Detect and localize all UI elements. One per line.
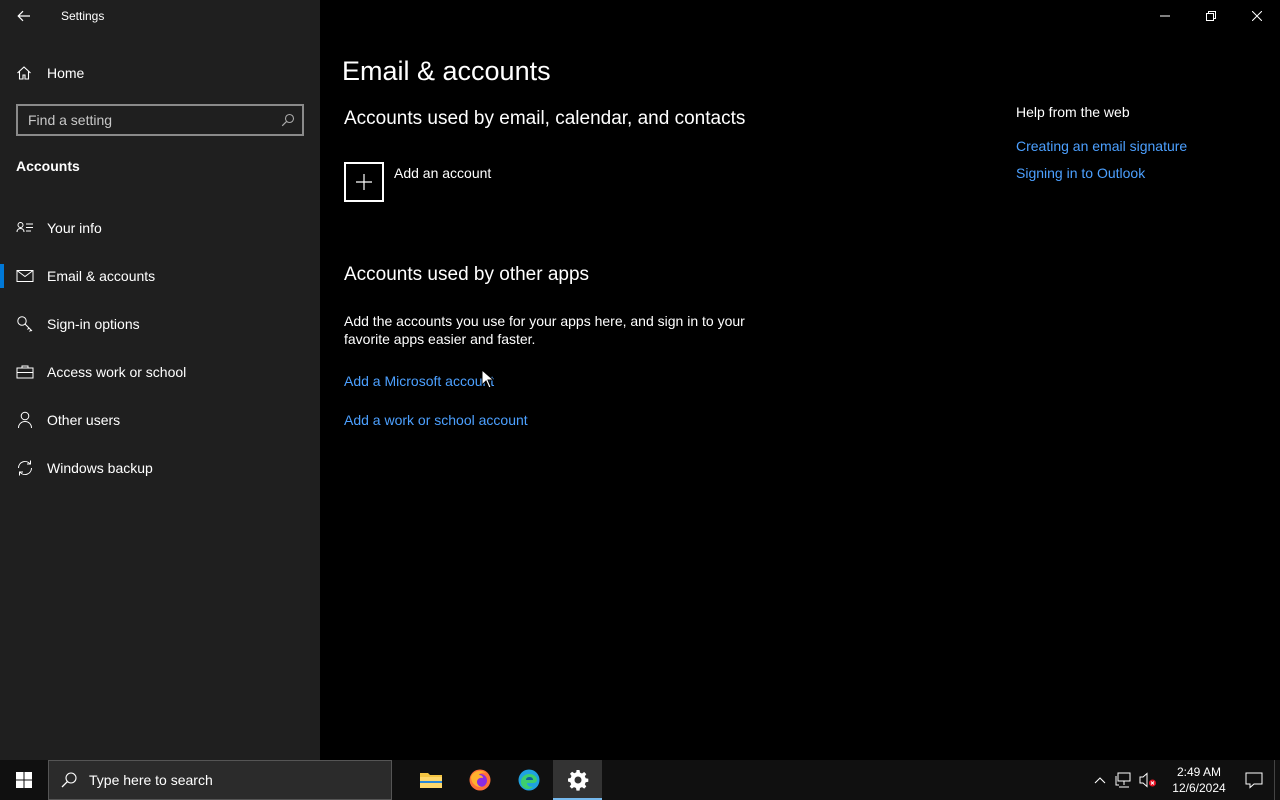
- chevron-up-icon: [1094, 777, 1106, 784]
- clock-date: 12/6/2024: [1172, 781, 1226, 795]
- sidebar-item-your-info[interactable]: Your info: [0, 204, 320, 252]
- sidebar-item-windows-backup[interactable]: Windows backup: [0, 444, 320, 492]
- volume-muted-icon: [1139, 772, 1156, 788]
- settings-search-input[interactable]: [18, 106, 274, 134]
- sidebar-nav: Your info Email & accounts Sign-in optio…: [0, 204, 320, 492]
- taskbar-file-explorer[interactable]: [406, 760, 455, 800]
- sidebar-item-label: Access work or school: [47, 364, 187, 380]
- page-title: Email & accounts: [342, 56, 551, 86]
- edge-icon: [518, 769, 539, 791]
- home-icon: [17, 66, 31, 80]
- volume-button[interactable]: [1136, 760, 1160, 800]
- help-link-email-signature[interactable]: Creating an email signature: [1016, 138, 1187, 154]
- other-apps-description: Add the accounts you use for your apps h…: [344, 313, 745, 347]
- network-icon: [1115, 772, 1131, 788]
- sidebar-item-other-users[interactable]: Other users: [0, 396, 320, 444]
- window-controls: [1142, 0, 1280, 32]
- home-button[interactable]: Home: [0, 56, 320, 90]
- app-title: Settings: [61, 9, 105, 23]
- help-link-signing-outlook[interactable]: Signing in to Outlook: [1016, 165, 1145, 181]
- sidebar-item-label: Your info: [47, 220, 102, 236]
- close-button[interactable]: [1234, 0, 1280, 32]
- taskbar: Type here to search 2:49 AM 12/6/2024: [0, 760, 1280, 800]
- taskbar-settings[interactable]: [553, 760, 602, 800]
- other-apps-heading: Accounts used by other apps: [344, 264, 590, 285]
- search-icon: [49, 772, 89, 788]
- sidebar-item-label: Other users: [47, 412, 121, 428]
- notification-icon: [1245, 772, 1263, 789]
- person-card-icon: [16, 219, 34, 237]
- windows-logo-icon: [16, 772, 32, 788]
- settings-search-box: [16, 104, 304, 136]
- help-title: Help from the web: [1016, 104, 1130, 120]
- sidebar-item-label: Sign-in options: [47, 316, 140, 332]
- sidebar-item-access-work-school[interactable]: Access work or school: [0, 348, 320, 396]
- add-account-button[interactable]: Add an account: [344, 162, 491, 202]
- minimize-button[interactable]: [1142, 0, 1188, 32]
- sidebar-item-label: Windows backup: [47, 460, 153, 476]
- close-icon: [1252, 11, 1262, 21]
- sidebar: Settings Home Accounts Your info Email &…: [0, 0, 320, 760]
- person-icon: [16, 411, 34, 429]
- taskbar-edge[interactable]: [504, 760, 553, 800]
- show-hidden-icons-button[interactable]: [1088, 760, 1112, 800]
- show-desktop-button[interactable]: [1274, 760, 1280, 800]
- add-icon-box: [344, 162, 384, 202]
- key-icon: [16, 315, 34, 333]
- mouse-cursor-icon: [481, 369, 495, 389]
- title-bar: Settings: [0, 0, 320, 32]
- sidebar-item-email-accounts[interactable]: Email & accounts: [0, 252, 320, 300]
- sync-icon: [16, 459, 34, 477]
- taskbar-search-placeholder: Type here to search: [89, 772, 213, 788]
- taskbar-clock[interactable]: 2:49 AM 12/6/2024: [1164, 764, 1234, 796]
- home-label: Home: [47, 65, 85, 81]
- add-account-label: Add an account: [394, 165, 492, 181]
- gear-icon: [567, 770, 588, 791]
- restore-button[interactable]: [1188, 0, 1234, 32]
- network-button[interactable]: [1112, 760, 1136, 800]
- restore-icon: [1206, 11, 1216, 21]
- add-microsoft-account-link[interactable]: Add a Microsoft account: [344, 373, 494, 389]
- email-accounts-heading: Accounts used by email, calendar, and co…: [344, 108, 746, 129]
- search-icon[interactable]: [274, 106, 302, 134]
- firefox-icon: [469, 769, 490, 791]
- plus-icon: [356, 174, 372, 190]
- back-arrow-icon: [17, 10, 30, 22]
- action-center-button[interactable]: [1234, 760, 1274, 800]
- sidebar-item-sign-in-options[interactable]: Sign-in options: [0, 300, 320, 348]
- folder-icon: [419, 773, 442, 788]
- add-work-school-account-link[interactable]: Add a work or school account: [344, 412, 528, 428]
- mail-icon: [16, 267, 34, 285]
- sidebar-item-label: Email & accounts: [47, 268, 156, 284]
- minimize-icon: [1160, 15, 1170, 17]
- system-tray: 2:49 AM 12/6/2024: [1088, 760, 1280, 800]
- start-button[interactable]: [0, 760, 48, 800]
- section-label: Accounts: [16, 158, 80, 174]
- back-button[interactable]: [0, 0, 48, 32]
- taskbar-firefox[interactable]: [455, 760, 504, 800]
- clock-time: 2:49 AM: [1176, 765, 1222, 779]
- taskbar-search-box[interactable]: Type here to search: [48, 760, 392, 800]
- briefcase-icon: [16, 363, 34, 381]
